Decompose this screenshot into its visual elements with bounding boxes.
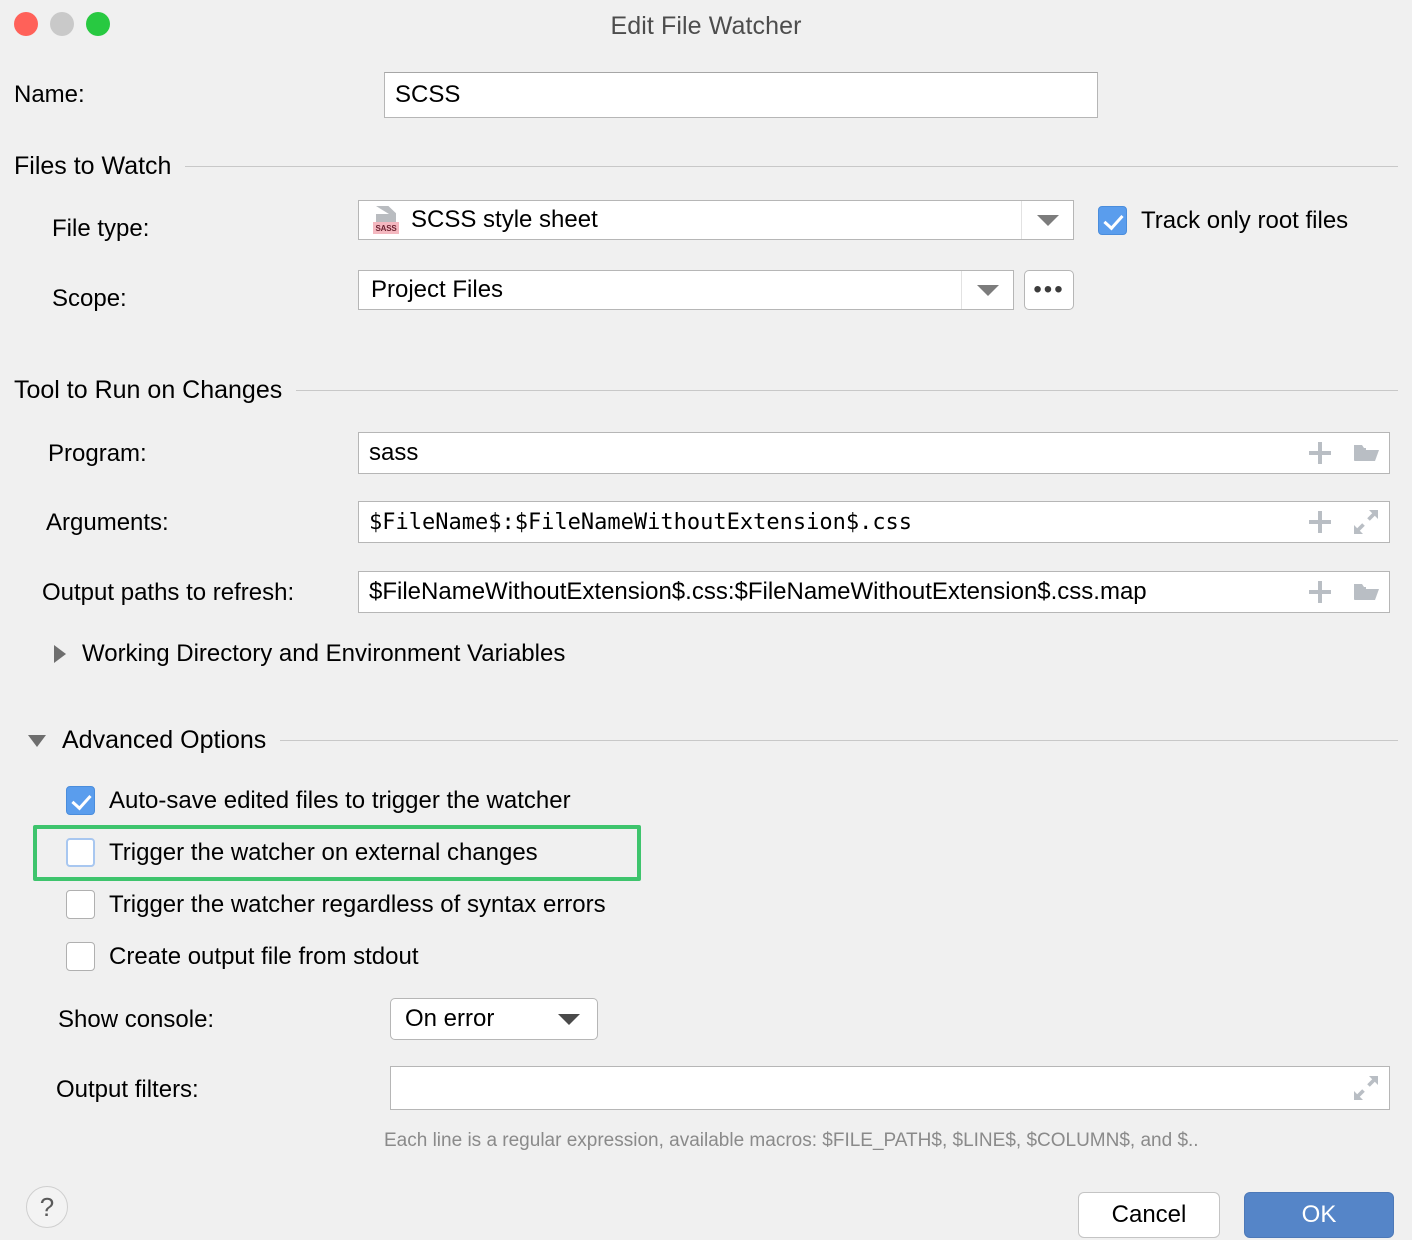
section-tool-to-run: Tool to Run on Changes bbox=[14, 376, 1398, 405]
show-console-combobox[interactable]: On error bbox=[390, 998, 598, 1040]
chevron-down-icon[interactable] bbox=[28, 735, 46, 747]
folder-icon bbox=[1352, 581, 1380, 603]
show-console-value: On error bbox=[405, 1005, 494, 1033]
sass-file-icon: SASS bbox=[373, 206, 399, 234]
program-input[interactable]: sass bbox=[358, 432, 1390, 474]
folder-icon bbox=[1352, 442, 1380, 464]
trigger-external-changes-checkbox[interactable] bbox=[66, 838, 95, 867]
program-label: Program: bbox=[48, 440, 147, 468]
ok-button[interactable]: OK bbox=[1244, 1192, 1394, 1238]
section-files-to-watch: Files to Watch bbox=[14, 152, 1398, 181]
checkbox-row-trigger-syntax-errors[interactable]: Trigger the watcher regardless of syntax… bbox=[66, 890, 606, 919]
chevron-down-icon bbox=[558, 1014, 580, 1025]
output-paths-input-value: $FileNameWithoutExtension$.css:$FileName… bbox=[359, 578, 1297, 606]
scope-value: Project Files bbox=[371, 276, 503, 304]
minimize-window-button[interactable] bbox=[50, 12, 74, 36]
output-filters-expand-button[interactable] bbox=[1343, 1067, 1389, 1109]
output-paths-add-macro-button[interactable] bbox=[1297, 572, 1343, 612]
scope-dropdown-arrow[interactable] bbox=[961, 271, 1013, 309]
output-paths-browse-button[interactable] bbox=[1343, 572, 1389, 612]
chevron-down-icon bbox=[977, 285, 999, 296]
output-filters-label: Output filters: bbox=[56, 1076, 199, 1104]
checkbox-row-create-output-stdout[interactable]: Create output file from stdout bbox=[66, 942, 419, 971]
section-advanced-options[interactable]: Advanced Options bbox=[28, 726, 1398, 755]
plus-icon bbox=[1309, 581, 1331, 603]
name-label: Name: bbox=[14, 81, 85, 109]
edit-file-watcher-dialog: Edit File Watcher Name: SCSS Files to Wa… bbox=[0, 0, 1412, 1240]
expand-arrows-icon bbox=[1353, 1075, 1379, 1101]
title-bar: Edit File Watcher bbox=[0, 0, 1412, 52]
plus-icon bbox=[1309, 511, 1331, 533]
working-directory-toggle[interactable]: Working Directory and Environment Variab… bbox=[54, 640, 565, 668]
close-window-button[interactable] bbox=[14, 12, 38, 36]
checkbox-row-auto-save[interactable]: Auto-save edited files to trigger the wa… bbox=[66, 786, 571, 815]
output-filters-input[interactable] bbox=[390, 1066, 1390, 1110]
arguments-label: Arguments: bbox=[46, 509, 169, 537]
cancel-button[interactable]: Cancel bbox=[1078, 1192, 1220, 1238]
show-console-label: Show console: bbox=[58, 1006, 214, 1034]
program-input-value: sass bbox=[359, 439, 1297, 467]
expand-arrows-icon bbox=[1353, 509, 1379, 535]
trigger-syntax-errors-label: Trigger the watcher regardless of syntax… bbox=[109, 891, 606, 919]
track-only-root-files-row[interactable]: Track only root files bbox=[1098, 206, 1348, 235]
section-divider bbox=[280, 740, 1398, 741]
auto-save-label: Auto-save edited files to trigger the wa… bbox=[109, 787, 571, 815]
output-filters-hint: Each line is a regular expression, avail… bbox=[384, 1130, 1199, 1152]
create-output-stdout-checkbox[interactable] bbox=[66, 942, 95, 971]
section-title-files-to-watch: Files to Watch bbox=[14, 152, 171, 181]
section-title-tool-to-run: Tool to Run on Changes bbox=[14, 376, 282, 405]
file-type-label: File type: bbox=[52, 215, 149, 243]
file-type-dropdown-arrow[interactable] bbox=[1021, 201, 1073, 239]
output-paths-label: Output paths to refresh: bbox=[42, 579, 294, 607]
cancel-button-label: Cancel bbox=[1112, 1201, 1187, 1229]
plus-icon bbox=[1309, 442, 1331, 464]
zoom-window-button[interactable] bbox=[86, 12, 110, 36]
scope-combobox[interactable]: Project Files bbox=[358, 270, 1014, 310]
help-button[interactable]: ? bbox=[26, 1186, 68, 1228]
file-type-value: SCSS style sheet bbox=[411, 206, 598, 234]
name-input-value: SCSS bbox=[395, 81, 460, 109]
auto-save-checkbox[interactable] bbox=[66, 786, 95, 815]
create-output-stdout-label: Create output file from stdout bbox=[109, 943, 419, 971]
show-console-dropdown-arrow[interactable] bbox=[541, 999, 597, 1039]
track-only-root-files-checkbox[interactable] bbox=[1098, 206, 1127, 235]
section-title-advanced-options: Advanced Options bbox=[62, 726, 266, 755]
program-add-macro-button[interactable] bbox=[1297, 433, 1343, 473]
sass-icon-badge: SASS bbox=[373, 222, 399, 234]
arguments-expand-button[interactable] bbox=[1343, 502, 1389, 542]
ok-button-label: OK bbox=[1302, 1201, 1337, 1229]
chevron-right-icon bbox=[54, 645, 66, 663]
section-divider bbox=[296, 390, 1398, 391]
window-title: Edit File Watcher bbox=[610, 12, 801, 41]
window-controls bbox=[14, 12, 110, 36]
arguments-input[interactable]: $FileName$:$FileNameWithoutExtension$.cs… bbox=[358, 501, 1390, 543]
name-input[interactable]: SCSS bbox=[384, 72, 1098, 118]
ellipsis-icon: ••• bbox=[1033, 285, 1064, 295]
scope-label: Scope: bbox=[52, 285, 127, 313]
trigger-external-changes-label: Trigger the watcher on external changes bbox=[109, 839, 538, 867]
question-mark-icon: ? bbox=[40, 1192, 54, 1223]
output-paths-input[interactable]: $FileNameWithoutExtension$.css:$FileName… bbox=[358, 571, 1390, 613]
trigger-syntax-errors-checkbox[interactable] bbox=[66, 890, 95, 919]
arguments-add-macro-button[interactable] bbox=[1297, 502, 1343, 542]
program-browse-button[interactable] bbox=[1343, 433, 1389, 473]
section-divider bbox=[185, 166, 1398, 167]
chevron-down-icon bbox=[1037, 215, 1059, 226]
scope-browse-button[interactable]: ••• bbox=[1024, 270, 1074, 310]
track-only-root-files-label: Track only root files bbox=[1141, 207, 1348, 235]
checkbox-row-trigger-external[interactable]: Trigger the watcher on external changes bbox=[66, 838, 538, 867]
working-directory-label: Working Directory and Environment Variab… bbox=[82, 640, 565, 668]
file-type-combobox[interactable]: SASS SCSS style sheet bbox=[358, 200, 1074, 240]
arguments-input-value: $FileName$:$FileNameWithoutExtension$.cs… bbox=[359, 510, 1297, 535]
